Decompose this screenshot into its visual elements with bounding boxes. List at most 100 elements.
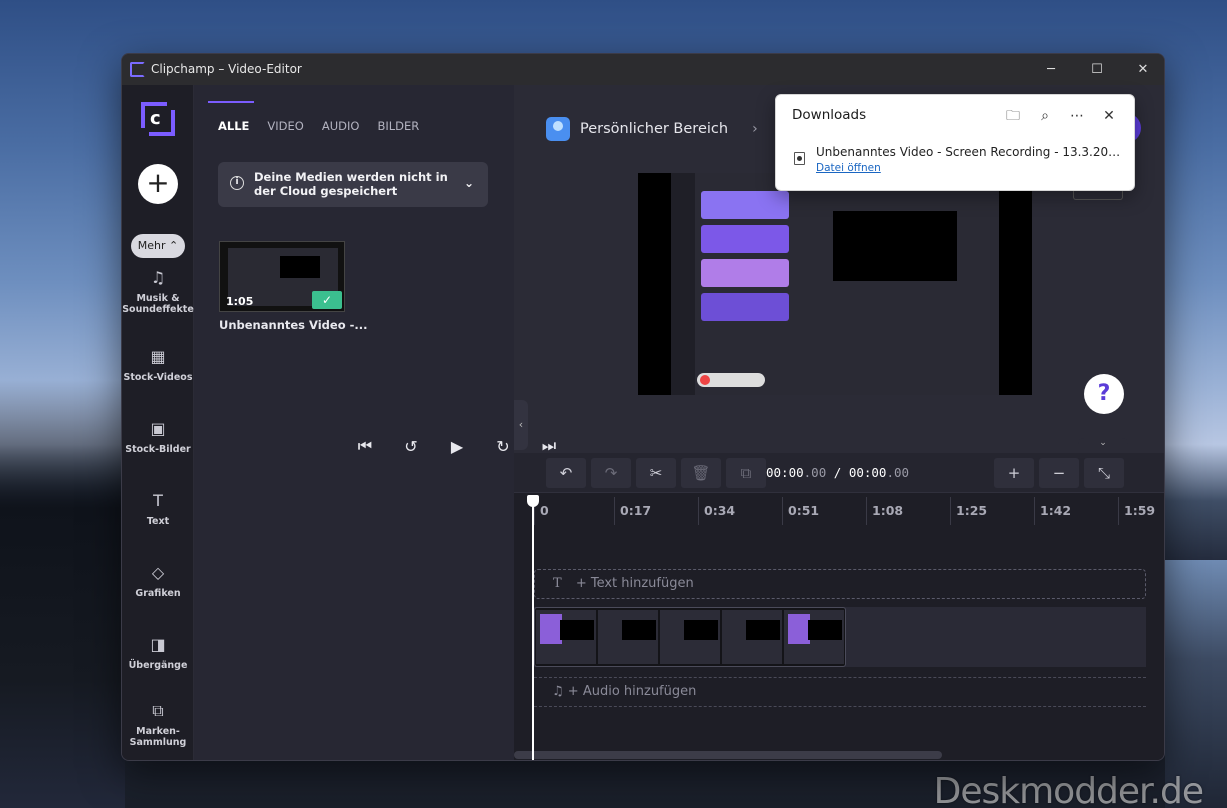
downloads-flyout: Downloads 🗀 ⌕ ⋯ ✕ Unbenanntes Video - Sc… [775, 94, 1135, 191]
rail-item-label: Grafiken [135, 588, 181, 599]
image-icon: ▣ [150, 419, 166, 438]
check-icon: ✓ [312, 291, 342, 309]
brand-letter: c [150, 108, 161, 129]
timecode: 00:00.00 / 00:00.00 [766, 465, 909, 480]
duplicate-icon[interactable]: ⧉ [726, 458, 766, 488]
media-tabs: ALLE VIDEO AUDIO BILDER [207, 101, 419, 133]
left-rail: c + Mehr ⌃ ♫ Musik & Soundeffekte ▦ Stoc… [122, 85, 194, 760]
watermark: Deskmodder.de [933, 771, 1204, 808]
redo-icon[interactable]: ↷ [591, 458, 631, 488]
rail-item-music[interactable]: ♫ Musik & Soundeffekte [122, 268, 194, 316]
breadcrumb: Persönlicher Bereich › [546, 117, 758, 141]
rail-item-label: Text [146, 516, 170, 527]
download-file-name[interactable]: Unbenanntes Video - Screen Recording - 1… [816, 145, 1121, 159]
timeline-toolbar: ↶ ↷ ✂ 🗑 ⧉ 00:00.00 / 00:00.00 + − ⤡ [514, 453, 1164, 493]
media-thumbnail[interactable]: 1:05 ✓ [219, 241, 345, 312]
ruler-tick: 0:17 [620, 503, 652, 518]
ruler-tick: 0:34 [704, 503, 736, 518]
search-icon[interactable]: ⌕ [1034, 105, 1056, 127]
add-media-button[interactable]: + [138, 164, 178, 204]
rail-item-label: Übergänge [128, 660, 188, 671]
text-track[interactable]: T + Text hinzufügen [534, 569, 1146, 599]
brand-logo[interactable]: c [141, 102, 175, 136]
cloud-notice-text: Deine Medien werden nicht in der Cloud g… [254, 170, 448, 198]
brand-kit-icon: ⧉ [152, 701, 164, 720]
collapse-preview-icon[interactable]: ⌄ [1078, 438, 1128, 452]
video-clip[interactable] [534, 607, 846, 667]
zoom-out-icon[interactable]: − [1039, 458, 1079, 488]
rail-item-transitions[interactable]: ◨ Übergänge [122, 635, 194, 672]
audio-track[interactable]: ♫ + Audio hinzufügen [534, 677, 1146, 707]
rail-item-text[interactable]: T Text [122, 491, 194, 528]
info-icon: i [230, 176, 244, 190]
media-panel: ALLE VIDEO AUDIO BILDER i Deine Medien w… [194, 85, 514, 760]
rail-item-brand-kit[interactable]: ⧉ Marken-Sammlung [122, 701, 194, 749]
tab-all[interactable]: ALLE [207, 101, 255, 133]
ruler-tick: 1:59 [1124, 503, 1156, 518]
timecode-current-frames: .00 [803, 465, 827, 480]
workspace-avatar-icon [546, 117, 570, 141]
rail-item-stock-images[interactable]: ▣ Stock-Bilder [122, 419, 194, 456]
ruler-tick: 0 [540, 503, 549, 518]
video-preview[interactable] [638, 173, 1032, 395]
rail-item-graphics[interactable]: ◇ Grafiken [122, 563, 194, 600]
tab-audio[interactable]: AUDIO [322, 119, 360, 133]
cloud-notice[interactable]: i Deine Medien werden nicht in der Cloud… [218, 162, 488, 207]
help-button[interactable]: ? [1084, 374, 1124, 414]
rail-item-label: Stock-Bilder [125, 444, 191, 455]
timecode-current: 00:00 [766, 465, 804, 480]
media-duration: 1:05 [226, 295, 254, 308]
collapse-panel-icon[interactable]: ‹ [514, 400, 528, 450]
timecode-separator: / [833, 465, 842, 480]
downloads-title: Downloads [792, 107, 867, 123]
playhead[interactable] [527, 495, 539, 760]
rail-item-label: Marken-Sammlung [129, 726, 187, 748]
file-icon [794, 152, 805, 165]
skip-back-icon[interactable]: ⏮ [355, 436, 375, 456]
open-file-link[interactable]: Datei öffnen [816, 162, 881, 174]
ruler-tick: 1:08 [872, 503, 904, 518]
media-name: Unbenanntes Video -... [219, 318, 368, 332]
window-title: Clipchamp – Video-Editor [151, 62, 302, 76]
close-icon[interactable]: ✕ [1098, 105, 1120, 127]
breadcrumb-workspace[interactable]: Persönlicher Bereich [580, 121, 728, 137]
more-button[interactable]: Mehr ⌃ [131, 234, 185, 258]
music-note-icon: ♫ [150, 268, 166, 287]
preview-frame-content [671, 173, 999, 395]
timecode-total-frames: .00 [886, 465, 910, 480]
title-bar: Clipchamp – Video-Editor ─ ☐ ✕ [122, 54, 1164, 85]
folder-icon[interactable]: 🗀 [1002, 105, 1024, 127]
text-icon: T [553, 576, 562, 591]
text-icon: T [153, 491, 163, 510]
add-text-label: + Text hinzufügen [575, 576, 694, 591]
rewind-5-icon[interactable]: ↺ [401, 437, 421, 456]
transition-icon: ◨ [150, 635, 166, 654]
timeline-scrollbar[interactable] [514, 751, 942, 759]
delete-icon[interactable]: 🗑 [681, 458, 721, 488]
background-trees-left [0, 380, 125, 808]
video-track [534, 607, 1146, 667]
close-window-button[interactable]: ✕ [1120, 54, 1164, 85]
rail-item-label: Stock-Videos [123, 372, 193, 383]
clipchamp-logo-icon [130, 62, 145, 77]
undo-icon[interactable]: ↶ [546, 458, 586, 488]
forward-5-icon[interactable]: ↻ [493, 437, 513, 456]
maximize-button[interactable]: ☐ [1074, 54, 1120, 85]
play-icon[interactable]: ▶ [447, 437, 467, 456]
tab-video[interactable]: VIDEO [267, 119, 303, 133]
film-icon: ▦ [150, 347, 166, 366]
add-audio-label: + Audio hinzufügen [567, 684, 697, 699]
chevron-right-icon: › [752, 121, 758, 137]
timeline-ruler[interactable]: 0 0:17 0:34 0:51 1:08 1:25 1:42 1:59 [534, 497, 1164, 525]
zoom-in-icon[interactable]: + [994, 458, 1034, 488]
timecode-total: 00:00 [848, 465, 887, 480]
more-icon[interactable]: ⋯ [1066, 105, 1088, 127]
split-icon[interactable]: ✂ [636, 458, 676, 488]
tab-images[interactable]: BILDER [377, 119, 419, 133]
chevron-down-icon[interactable]: ⌄ [464, 176, 474, 190]
fit-timeline-icon[interactable]: ⤡ [1084, 458, 1124, 488]
minimize-button[interactable]: ─ [1028, 54, 1074, 85]
shapes-icon: ◇ [151, 563, 165, 582]
ruler-tick: 1:25 [956, 503, 988, 518]
rail-item-stock-videos[interactable]: ▦ Stock-Videos [122, 347, 194, 384]
